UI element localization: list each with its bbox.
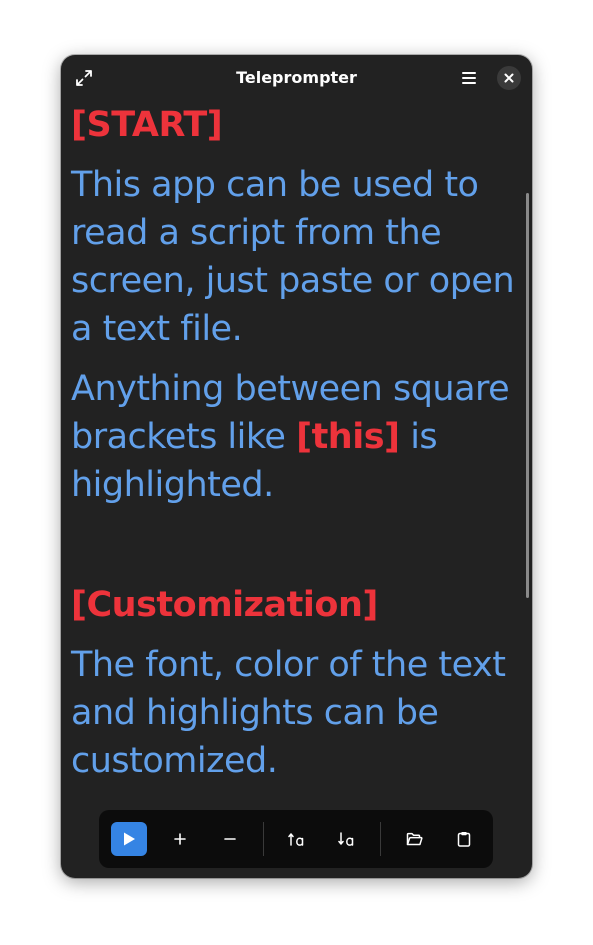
open-file-button[interactable]: [396, 822, 432, 856]
toolbar-separator: [263, 822, 264, 856]
close-icon: [504, 73, 514, 83]
vertical-scrollbar[interactable]: [526, 193, 529, 598]
paste-button[interactable]: [446, 822, 482, 856]
folder-open-icon: [406, 832, 423, 845]
decrease-font-button[interactable]: [329, 822, 365, 856]
script-paragraph: Anything between square brackets like [t…: [71, 365, 527, 509]
playback-toolbar: [99, 810, 493, 868]
script-paragraph: [Customization]: [71, 581, 378, 629]
header-bar: Teleprompter: [61, 55, 532, 101]
font-size-down-icon: [338, 832, 354, 846]
teleprompter-window: Teleprompter [START] This app can be use…: [61, 55, 532, 878]
highlighted-tag: [Customization]: [71, 585, 378, 625]
fullscreen-icon: [76, 70, 92, 86]
script-view[interactable]: [START] This app can be used to read a s…: [61, 101, 532, 878]
script-text-segment: Anything between square brackets like: [71, 369, 510, 457]
main-menu-button[interactable]: [455, 64, 483, 92]
increase-speed-button[interactable]: [162, 822, 198, 856]
highlighted-tag: [this]: [296, 417, 400, 457]
close-button[interactable]: [497, 66, 521, 90]
script-paragraph: This app can be used to read a script fr…: [71, 165, 515, 349]
decrease-speed-button[interactable]: [212, 822, 248, 856]
fullscreen-button[interactable]: [70, 64, 98, 92]
play-button[interactable]: [111, 822, 147, 856]
font-size-up-icon: [288, 833, 304, 846]
script-paragraph: The font, color of the text and highligh…: [71, 645, 506, 781]
play-icon: [124, 832, 135, 846]
hamburger-menu-icon: [462, 72, 476, 84]
script-paragraph: [START]: [71, 101, 223, 149]
clipboard-icon: [457, 832, 471, 847]
minus-icon: [224, 838, 236, 840]
toolbar-separator: [380, 822, 381, 856]
increase-font-button[interactable]: [279, 822, 315, 856]
highlighted-tag: [START]: [71, 105, 223, 145]
plus-icon: [174, 833, 186, 845]
